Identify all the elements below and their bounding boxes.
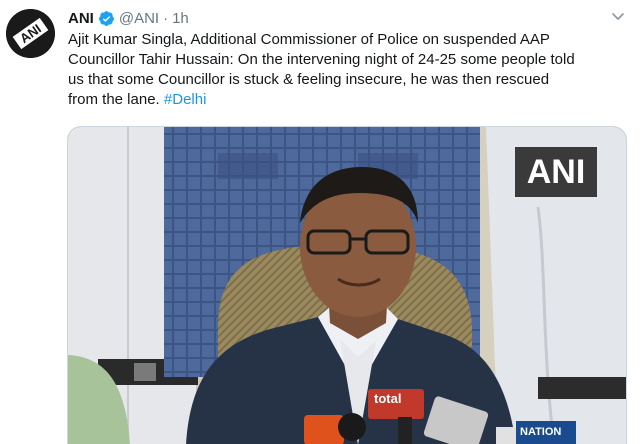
tweet-text-line: us that some Councillor is stuck & feeli… xyxy=(68,71,550,88)
hashtag-link[interactable]: #Delhi xyxy=(164,91,207,108)
tweet-text-line: Councillor Tahir Hussain: On the interve… xyxy=(68,51,575,68)
timestamp[interactable]: 1h xyxy=(172,10,189,27)
media-video-frame[interactable]: ANI total NATION xyxy=(67,126,627,444)
tweet-card[interactable]: ANI ANI @ANI · 1h Ajit Kumar Singla, Add… xyxy=(0,0,640,444)
user-handle[interactable]: @ANI xyxy=(119,10,159,27)
tweet-header: ANI @ANI · 1h xyxy=(68,7,189,29)
mic-label-nation: NATION xyxy=(520,426,562,438)
avatar[interactable]: ANI xyxy=(6,9,55,58)
chevron-down-icon[interactable] xyxy=(610,8,626,24)
ani-watermark: ANI xyxy=(515,147,597,197)
verified-badge-icon xyxy=(98,10,115,27)
tweet-text: Ajit Kumar Singla, Additional Commission… xyxy=(68,30,628,110)
separator-dot: · xyxy=(163,9,169,27)
ani-logo-icon: ANI xyxy=(6,9,55,58)
tweet-text-line: from the lane. #Delhi xyxy=(68,90,628,110)
tweet-text-tail: from the lane. xyxy=(68,91,164,108)
mic-label-total: total xyxy=(374,391,402,406)
display-name[interactable]: ANI xyxy=(68,10,94,27)
tweet-text-line: Ajit Kumar Singla, Additional Commission… xyxy=(68,31,550,48)
